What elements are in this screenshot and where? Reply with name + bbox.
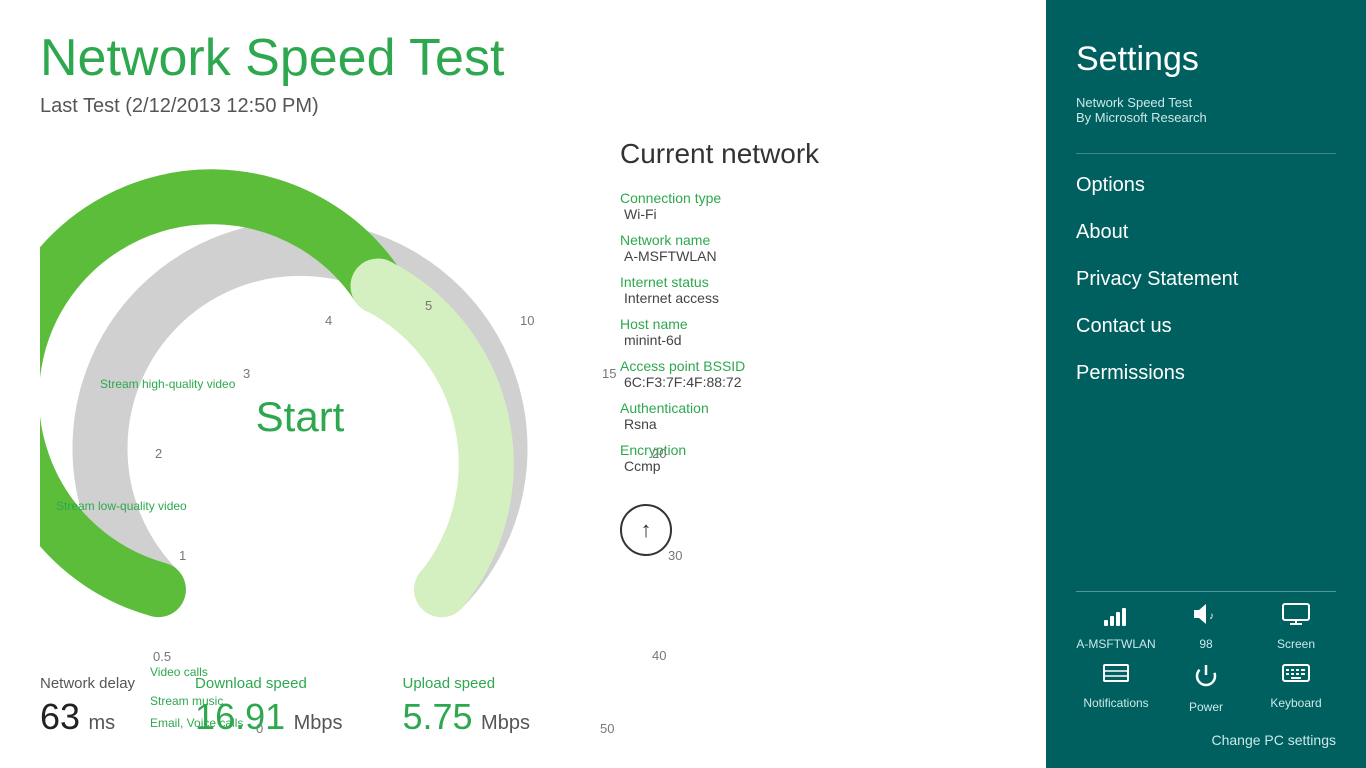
wifi-label: A-MSFTWLAN [1076, 637, 1155, 651]
internet-status-label: Internet status [620, 274, 1006, 290]
scale-label-05: 0.5 [153, 649, 171, 664]
download-speed-unit: Mbps [294, 712, 343, 734]
wifi-icon [1102, 602, 1130, 633]
settings-spacer [1076, 397, 1336, 581]
menu-item-options[interactable]: Options [1076, 162, 1336, 209]
gauge-light-arc [378, 286, 486, 590]
access-point-value: 6C:F3:7F:4F:88:72 [624, 374, 1006, 390]
notifications-label: Notifications [1083, 696, 1148, 710]
connection-type-label: Connection type [620, 190, 1006, 206]
screen-icon [1282, 602, 1310, 633]
network-info: Current network Connection type Wi-Fi Ne… [620, 138, 1006, 556]
svg-text:♪: ♪ [1209, 611, 1214, 622]
tray-keyboard[interactable]: Keyboard [1256, 661, 1336, 714]
internet-status-value: Internet access [624, 290, 1006, 306]
stat-network-delay: Network delay 63 ms [40, 675, 135, 738]
keyboard-label: Keyboard [1270, 696, 1321, 710]
encryption-label: Encryption [620, 442, 1006, 458]
network-name-label: Network name [620, 232, 1006, 248]
settings-divider-1 [1076, 153, 1336, 154]
connection-type-value: Wi-Fi [624, 206, 1006, 222]
scale-label-30: 30 [668, 548, 682, 563]
stat-download-speed: Download speed 16.91 Mbps [195, 675, 342, 738]
power-icon [1192, 661, 1220, 696]
host-name-value: minint-6d [624, 332, 1006, 348]
scale-label-5: 5 [425, 298, 432, 313]
scale-label-1: 1 [179, 548, 186, 563]
last-test: Last Test (2/12/2013 12:50 PM) [40, 95, 1006, 118]
download-speed-label: Download speed [195, 675, 342, 692]
keyboard-icon [1282, 661, 1310, 692]
authentication-label: Authentication [620, 400, 1006, 416]
menu-item-privacy[interactable]: Privacy Statement [1076, 256, 1336, 303]
scale-label-2: 2 [155, 446, 162, 461]
tray-wifi[interactable]: A-MSFTWLAN [1076, 602, 1156, 651]
download-speed-value: 16.91 [195, 696, 285, 737]
settings-panel: Settings Network Speed Test By Microsoft… [1046, 0, 1366, 768]
tray-notifications[interactable]: Notifications [1076, 661, 1156, 714]
app-info-by: By Microsoft Research [1076, 110, 1336, 125]
menu-item-about[interactable]: About [1076, 209, 1336, 256]
stat-upload-speed: Upload speed 5.75 Mbps [403, 675, 530, 738]
main-content: Network Speed Test Last Test (2/12/2013 … [0, 0, 1046, 768]
app-title: Network Speed Test [40, 30, 1006, 87]
menu-item-contact[interactable]: Contact us [1076, 303, 1336, 350]
volume-icon: ♪ [1192, 602, 1220, 633]
gauge-container: 0 0.5 1 2 3 4 5 10 15 20 30 40 50 Stream… [40, 138, 560, 658]
volume-label: 98 [1199, 637, 1212, 651]
label-stream-hq: Stream high-quality video [100, 377, 235, 391]
upload-speed-label: Upload speed [403, 675, 530, 692]
network-name-value: A-MSFTWLAN [624, 248, 1006, 264]
menu-item-permissions[interactable]: Permissions [1076, 350, 1336, 397]
network-title: Current network [620, 138, 1006, 170]
upload-speed-value: 5.75 [403, 696, 473, 737]
start-button[interactable]: Start [256, 393, 345, 441]
gauge-section: 0 0.5 1 2 3 4 5 10 15 20 30 40 50 Stream… [40, 138, 1006, 658]
upload-circle-icon: ↑ [620, 504, 672, 556]
access-point-label: Access point BSSID [620, 358, 1006, 374]
tray-volume[interactable]: ♪ 98 [1166, 602, 1246, 651]
host-name-label: Host name [620, 316, 1006, 332]
encryption-value: Ccmp [624, 458, 1006, 474]
network-delay-label: Network delay [40, 675, 135, 692]
scale-label-3: 3 [243, 366, 250, 381]
notifications-icon [1102, 661, 1130, 692]
tray-power[interactable]: Power [1166, 661, 1246, 714]
label-stream-lq: Stream low-quality video [56, 499, 187, 513]
authentication-value: Rsna [624, 416, 1006, 432]
scale-label-10: 10 [520, 313, 534, 328]
stats-row: Network delay 63 ms Download speed 16.91… [40, 675, 706, 738]
settings-title: Settings [1076, 40, 1336, 79]
network-delay-value: 63 [40, 696, 80, 737]
change-pc-settings[interactable]: Change PC settings [1076, 732, 1336, 748]
scale-label-4: 4 [325, 313, 332, 328]
app-info: Network Speed Test By Microsoft Research [1076, 95, 1336, 125]
power-label: Power [1189, 700, 1223, 714]
screen-label: Screen [1277, 637, 1315, 651]
network-delay-unit: ms [89, 712, 116, 734]
upload-speed-unit: Mbps [481, 712, 530, 734]
upload-arrow-icon: ↑ [641, 517, 652, 543]
app-info-name: Network Speed Test [1076, 95, 1336, 110]
scale-label-20: 20 [652, 446, 666, 461]
scale-label-15: 15 [602, 366, 616, 381]
tray-screen[interactable]: Screen [1256, 602, 1336, 651]
system-tray: A-MSFTWLAN ♪ 98 Screen [1076, 602, 1336, 714]
scale-label-40: 40 [652, 648, 666, 663]
system-tray-divider [1076, 591, 1336, 592]
